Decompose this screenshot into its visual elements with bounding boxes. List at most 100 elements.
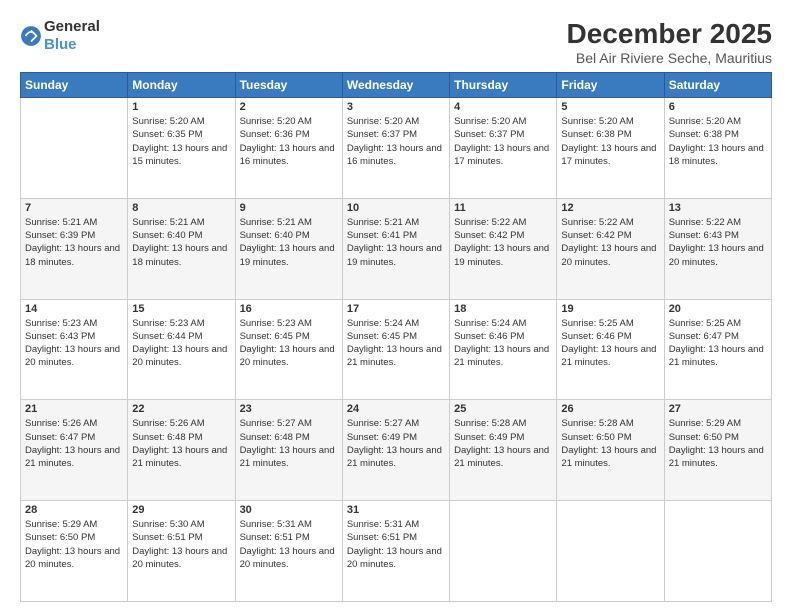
page: General Blue December 2025 Bel Air Rivie… bbox=[0, 0, 792, 612]
logo-blue: Blue bbox=[44, 36, 77, 53]
day-number: 8 bbox=[132, 202, 230, 214]
calendar-cell bbox=[557, 501, 664, 602]
day-info: Sunrise: 5:20 AMSunset: 6:36 PMDaylight:… bbox=[240, 116, 335, 167]
weekday-header-saturday: Saturday bbox=[664, 73, 771, 98]
weekday-header-sunday: Sunday bbox=[21, 73, 128, 98]
day-number: 27 bbox=[669, 403, 767, 415]
day-number: 31 bbox=[347, 504, 445, 516]
day-number: 20 bbox=[669, 303, 767, 315]
calendar-cell: 23 Sunrise: 5:27 AMSunset: 6:48 PMDaylig… bbox=[235, 400, 342, 501]
calendar-cell: 26 Sunrise: 5:28 AMSunset: 6:50 PMDaylig… bbox=[557, 400, 664, 501]
day-number: 17 bbox=[347, 303, 445, 315]
location-title: Bel Air Riviere Seche, Mauritius bbox=[567, 50, 772, 66]
day-number: 14 bbox=[25, 303, 123, 315]
day-info: Sunrise: 5:29 AMSunset: 6:50 PMDaylight:… bbox=[25, 519, 120, 570]
day-info: Sunrise: 5:21 AMSunset: 6:40 PMDaylight:… bbox=[132, 217, 227, 268]
day-info: Sunrise: 5:25 AMSunset: 6:47 PMDaylight:… bbox=[669, 318, 764, 369]
day-info: Sunrise: 5:22 AMSunset: 6:43 PMDaylight:… bbox=[669, 217, 764, 268]
day-number: 1 bbox=[132, 101, 230, 113]
day-info: Sunrise: 5:22 AMSunset: 6:42 PMDaylight:… bbox=[454, 217, 549, 268]
calendar-week-row: 28 Sunrise: 5:29 AMSunset: 6:50 PMDaylig… bbox=[21, 501, 772, 602]
day-number: 26 bbox=[561, 403, 659, 415]
day-info: Sunrise: 5:30 AMSunset: 6:51 PMDaylight:… bbox=[132, 519, 227, 570]
day-info: Sunrise: 5:23 AMSunset: 6:45 PMDaylight:… bbox=[240, 318, 335, 369]
weekday-header-friday: Friday bbox=[557, 73, 664, 98]
calendar-cell: 17 Sunrise: 5:24 AMSunset: 6:45 PMDaylig… bbox=[342, 299, 449, 400]
calendar-cell: 5 Sunrise: 5:20 AMSunset: 6:38 PMDayligh… bbox=[557, 98, 664, 199]
day-number: 24 bbox=[347, 403, 445, 415]
day-info: Sunrise: 5:25 AMSunset: 6:46 PMDaylight:… bbox=[561, 318, 656, 369]
day-info: Sunrise: 5:31 AMSunset: 6:51 PMDaylight:… bbox=[240, 519, 335, 570]
calendar-cell: 14 Sunrise: 5:23 AMSunset: 6:43 PMDaylig… bbox=[21, 299, 128, 400]
day-info: Sunrise: 5:20 AMSunset: 6:37 PMDaylight:… bbox=[347, 116, 442, 167]
calendar-week-row: 21 Sunrise: 5:26 AMSunset: 6:47 PMDaylig… bbox=[21, 400, 772, 501]
day-info: Sunrise: 5:28 AMSunset: 6:49 PMDaylight:… bbox=[454, 418, 549, 469]
calendar-cell: 12 Sunrise: 5:22 AMSunset: 6:42 PMDaylig… bbox=[557, 198, 664, 299]
logo-icon bbox=[20, 25, 42, 47]
header: General Blue December 2025 Bel Air Rivie… bbox=[20, 18, 772, 66]
calendar-cell: 27 Sunrise: 5:29 AMSunset: 6:50 PMDaylig… bbox=[664, 400, 771, 501]
day-number: 7 bbox=[25, 202, 123, 214]
day-number: 9 bbox=[240, 202, 338, 214]
day-info: Sunrise: 5:31 AMSunset: 6:51 PMDaylight:… bbox=[347, 519, 442, 570]
day-number: 25 bbox=[454, 403, 552, 415]
day-info: Sunrise: 5:20 AMSunset: 6:37 PMDaylight:… bbox=[454, 116, 549, 167]
calendar-cell: 4 Sunrise: 5:20 AMSunset: 6:37 PMDayligh… bbox=[450, 98, 557, 199]
calendar-cell: 18 Sunrise: 5:24 AMSunset: 6:46 PMDaylig… bbox=[450, 299, 557, 400]
day-number: 22 bbox=[132, 403, 230, 415]
calendar-cell bbox=[450, 501, 557, 602]
day-number: 4 bbox=[454, 101, 552, 113]
day-number: 10 bbox=[347, 202, 445, 214]
logo-text: General Blue bbox=[44, 18, 100, 54]
day-info: Sunrise: 5:27 AMSunset: 6:49 PMDaylight:… bbox=[347, 418, 442, 469]
day-info: Sunrise: 5:23 AMSunset: 6:43 PMDaylight:… bbox=[25, 318, 120, 369]
calendar-cell: 30 Sunrise: 5:31 AMSunset: 6:51 PMDaylig… bbox=[235, 501, 342, 602]
title-block: December 2025 Bel Air Riviere Seche, Mau… bbox=[567, 18, 772, 66]
day-info: Sunrise: 5:20 AMSunset: 6:38 PMDaylight:… bbox=[561, 116, 656, 167]
day-info: Sunrise: 5:28 AMSunset: 6:50 PMDaylight:… bbox=[561, 418, 656, 469]
day-number: 12 bbox=[561, 202, 659, 214]
calendar-header: SundayMondayTuesdayWednesdayThursdayFrid… bbox=[21, 73, 772, 98]
calendar-week-row: 14 Sunrise: 5:23 AMSunset: 6:43 PMDaylig… bbox=[21, 299, 772, 400]
calendar-week-row: 1 Sunrise: 5:20 AMSunset: 6:35 PMDayligh… bbox=[21, 98, 772, 199]
day-number: 16 bbox=[240, 303, 338, 315]
logo-general: General bbox=[44, 18, 100, 35]
calendar-cell bbox=[664, 501, 771, 602]
calendar-cell: 25 Sunrise: 5:28 AMSunset: 6:49 PMDaylig… bbox=[450, 400, 557, 501]
weekday-header-wednesday: Wednesday bbox=[342, 73, 449, 98]
calendar-cell: 8 Sunrise: 5:21 AMSunset: 6:40 PMDayligh… bbox=[128, 198, 235, 299]
calendar-cell: 19 Sunrise: 5:25 AMSunset: 6:46 PMDaylig… bbox=[557, 299, 664, 400]
calendar-cell: 3 Sunrise: 5:20 AMSunset: 6:37 PMDayligh… bbox=[342, 98, 449, 199]
day-number: 28 bbox=[25, 504, 123, 516]
day-info: Sunrise: 5:20 AMSunset: 6:35 PMDaylight:… bbox=[132, 116, 227, 167]
day-info: Sunrise: 5:22 AMSunset: 6:42 PMDaylight:… bbox=[561, 217, 656, 268]
calendar-cell: 1 Sunrise: 5:20 AMSunset: 6:35 PMDayligh… bbox=[128, 98, 235, 199]
day-number: 15 bbox=[132, 303, 230, 315]
calendar-cell: 11 Sunrise: 5:22 AMSunset: 6:42 PMDaylig… bbox=[450, 198, 557, 299]
calendar-cell: 9 Sunrise: 5:21 AMSunset: 6:40 PMDayligh… bbox=[235, 198, 342, 299]
calendar-body: 1 Sunrise: 5:20 AMSunset: 6:35 PMDayligh… bbox=[21, 98, 772, 602]
calendar-cell: 22 Sunrise: 5:26 AMSunset: 6:48 PMDaylig… bbox=[128, 400, 235, 501]
weekday-header-thursday: Thursday bbox=[450, 73, 557, 98]
calendar-cell: 21 Sunrise: 5:26 AMSunset: 6:47 PMDaylig… bbox=[21, 400, 128, 501]
day-number: 6 bbox=[669, 101, 767, 113]
day-info: Sunrise: 5:26 AMSunset: 6:48 PMDaylight:… bbox=[132, 418, 227, 469]
calendar-cell: 20 Sunrise: 5:25 AMSunset: 6:47 PMDaylig… bbox=[664, 299, 771, 400]
day-number: 23 bbox=[240, 403, 338, 415]
calendar-cell: 24 Sunrise: 5:27 AMSunset: 6:49 PMDaylig… bbox=[342, 400, 449, 501]
calendar-cell: 15 Sunrise: 5:23 AMSunset: 6:44 PMDaylig… bbox=[128, 299, 235, 400]
day-number: 3 bbox=[347, 101, 445, 113]
day-number: 30 bbox=[240, 504, 338, 516]
day-info: Sunrise: 5:27 AMSunset: 6:48 PMDaylight:… bbox=[240, 418, 335, 469]
month-title: December 2025 bbox=[567, 18, 772, 50]
calendar-cell: 28 Sunrise: 5:29 AMSunset: 6:50 PMDaylig… bbox=[21, 501, 128, 602]
calendar-cell: 7 Sunrise: 5:21 AMSunset: 6:39 PMDayligh… bbox=[21, 198, 128, 299]
weekday-header-monday: Monday bbox=[128, 73, 235, 98]
calendar-table: SundayMondayTuesdayWednesdayThursdayFrid… bbox=[20, 72, 772, 602]
weekday-header-row: SundayMondayTuesdayWednesdayThursdayFrid… bbox=[21, 73, 772, 98]
day-info: Sunrise: 5:21 AMSunset: 6:41 PMDaylight:… bbox=[347, 217, 442, 268]
day-number: 11 bbox=[454, 202, 552, 214]
day-number: 13 bbox=[669, 202, 767, 214]
day-info: Sunrise: 5:21 AMSunset: 6:40 PMDaylight:… bbox=[240, 217, 335, 268]
calendar-cell: 31 Sunrise: 5:31 AMSunset: 6:51 PMDaylig… bbox=[342, 501, 449, 602]
